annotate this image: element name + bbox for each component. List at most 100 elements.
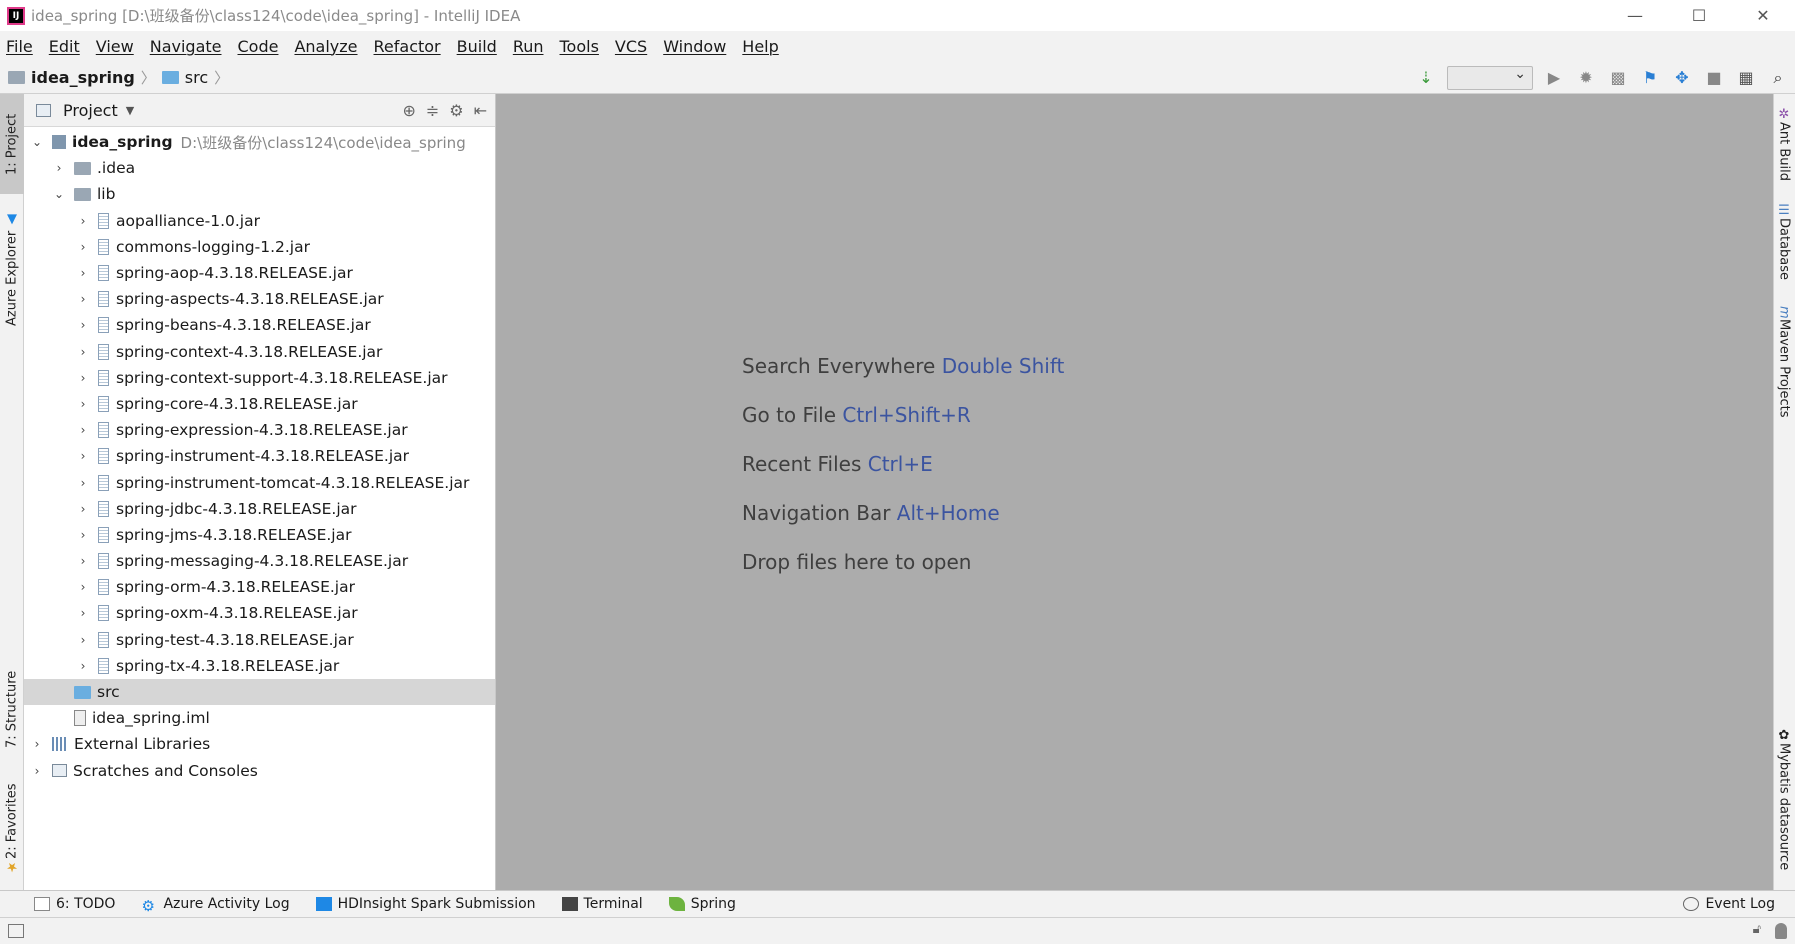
run-configuration-select[interactable] xyxy=(1447,65,1533,90)
tree-item-external-libraries[interactable]: › External Libraries xyxy=(24,731,495,757)
collapsed-arrow-icon[interactable]: › xyxy=(76,528,90,542)
tree-item-jar[interactable]: › spring-context-support-4.3.18.RELEASE.j… xyxy=(24,365,495,391)
menu-run[interactable]: Run xyxy=(513,37,544,56)
tab-terminal[interactable]: Terminal xyxy=(561,896,643,912)
collapse-all-icon[interactable]: ≑ xyxy=(426,101,439,120)
collapsed-arrow-icon[interactable]: › xyxy=(76,554,90,568)
gear-icon[interactable]: ⚙ xyxy=(449,101,463,120)
collapsed-arrow-icon[interactable]: › xyxy=(76,318,90,332)
expanded-arrow-icon[interactable]: ⌄ xyxy=(52,187,66,201)
tab-azure-explorer[interactable]: Azure Explorer ▲ xyxy=(0,204,24,334)
tree-item-jar[interactable]: › spring-test-4.3.18.RELEASE.jar xyxy=(24,627,495,653)
collapsed-arrow-icon[interactable]: › xyxy=(76,214,90,228)
tab-azure-activity-log[interactable]: ⚙ Azure Activity Log xyxy=(141,896,289,915)
toggle-tool-windows-icon[interactable] xyxy=(8,924,24,938)
tree-item-src[interactable]: src xyxy=(24,678,495,706)
collapsed-arrow-icon[interactable]: › xyxy=(76,580,90,594)
collapsed-arrow-icon[interactable]: › xyxy=(52,161,66,175)
tree-item-jar[interactable]: › commons-logging-1.2.jar xyxy=(24,234,495,260)
attach-debugger-icon[interactable]: ✥ xyxy=(1671,67,1693,89)
stop-icon[interactable]: ■ xyxy=(1703,67,1725,89)
tree-item-scratches[interactable]: › Scratches and Consoles xyxy=(24,758,495,784)
menu-navigate[interactable]: Navigate xyxy=(150,37,222,56)
collapsed-arrow-icon[interactable]: › xyxy=(76,423,90,437)
collapsed-arrow-icon[interactable]: › xyxy=(30,764,44,778)
menu-tools[interactable]: Tools xyxy=(560,37,599,56)
tab-ant-build[interactable]: ✲ Ant Build xyxy=(1773,104,1795,184)
collapsed-arrow-icon[interactable]: › xyxy=(76,292,90,306)
collapsed-arrow-icon[interactable]: › xyxy=(76,476,90,490)
menu-vcs[interactable]: VCS xyxy=(615,37,647,56)
collapsed-arrow-icon[interactable]: › xyxy=(76,397,90,411)
hide-panel-icon[interactable]: ⇤ xyxy=(474,101,487,120)
tree-item-jar[interactable]: › spring-jdbc-4.3.18.RELEASE.jar xyxy=(24,496,495,522)
debug-icon[interactable]: ✹ xyxy=(1575,67,1597,89)
tree-item-jar[interactable]: › spring-aop-4.3.18.RELEASE.jar xyxy=(24,260,495,286)
tab-maven-projects[interactable]: m Maven Projects xyxy=(1773,299,1795,424)
tab-hdinsight[interactable]: HDInsight Spark Submission xyxy=(315,896,536,912)
editor-area[interactable]: Search Everywhere Double Shift Go to Fil… xyxy=(496,94,1773,890)
tab-spring[interactable]: Spring xyxy=(668,896,736,912)
menu-view[interactable]: View xyxy=(96,37,134,56)
collapsed-arrow-icon[interactable]: › xyxy=(76,345,90,359)
notifications-icon[interactable] xyxy=(1775,923,1787,939)
tree-item-jar[interactable]: › spring-beans-4.3.18.RELEASE.jar xyxy=(24,312,495,338)
breadcrumb-project[interactable]: idea_spring xyxy=(8,68,135,87)
tree-item-jar[interactable]: › spring-oxm-4.3.18.RELEASE.jar xyxy=(24,600,495,626)
tree-item-jar[interactable]: › spring-instrument-tomcat-4.3.18.RELEASE… xyxy=(24,469,495,495)
tab-structure[interactable]: 7: Structure xyxy=(0,654,24,764)
tree-item-jar[interactable]: › spring-instrument-4.3.18.RELEASE.jar xyxy=(24,443,495,469)
locate-icon[interactable]: ⊕ xyxy=(402,101,415,120)
tree-item-jar[interactable]: › spring-expression-4.3.18.RELEASE.jar xyxy=(24,417,495,443)
tab-database[interactable]: ☰ Database xyxy=(1773,194,1795,289)
tree-root[interactable]: ⌄ idea_spring D:\班级备份\class124\code\idea… xyxy=(24,129,495,155)
tab-mybatis-datasource[interactable]: ✿ Mybatis datasource xyxy=(1773,714,1795,884)
tree-item-jar[interactable]: › spring-messaging-4.3.18.RELEASE.jar xyxy=(24,548,495,574)
menu-file[interactable]: File xyxy=(6,37,33,56)
menu-build[interactable]: Build xyxy=(457,37,497,56)
close-button[interactable]: ✕ xyxy=(1731,0,1795,31)
search-icon[interactable]: ⌕ xyxy=(1767,67,1789,89)
collapsed-arrow-icon[interactable]: › xyxy=(76,266,90,280)
tree-item-jar[interactable]: › aopalliance-1.0.jar xyxy=(24,208,495,234)
project-structure-icon[interactable]: ▦ xyxy=(1735,67,1757,89)
breadcrumb-src[interactable]: src xyxy=(161,68,208,87)
tree-item-jar[interactable]: › spring-core-4.3.18.RELEASE.jar xyxy=(24,391,495,417)
collapsed-arrow-icon[interactable]: › xyxy=(76,449,90,463)
chevron-down-icon[interactable]: ▼ xyxy=(126,104,134,117)
tab-project[interactable]: 1: Project xyxy=(0,94,24,194)
tree-item-jar[interactable]: › spring-jms-4.3.18.RELEASE.jar xyxy=(24,522,495,548)
menu-edit[interactable]: Edit xyxy=(49,37,80,56)
tree-item-jar[interactable]: › spring-aspects-4.3.18.RELEASE.jar xyxy=(24,286,495,312)
maximize-button[interactable]: ☐ xyxy=(1667,0,1731,31)
expanded-arrow-icon[interactable]: ⌄ xyxy=(30,135,44,149)
menu-window[interactable]: Window xyxy=(663,37,726,56)
menu-refactor[interactable]: Refactor xyxy=(374,37,441,56)
tree-item-lib[interactable]: ⌄ lib xyxy=(24,181,495,207)
lock-icon[interactable]: 🔓︎ xyxy=(1753,922,1761,937)
tab-event-log[interactable]: Event Log xyxy=(1683,896,1775,912)
collapsed-arrow-icon[interactable]: › xyxy=(76,606,90,620)
menu-help[interactable]: Help xyxy=(742,37,778,56)
collapsed-arrow-icon[interactable]: › xyxy=(76,659,90,673)
collapsed-arrow-icon[interactable]: › xyxy=(76,633,90,647)
tab-todo[interactable]: 6: TODO xyxy=(34,896,115,912)
tree-item-iml[interactable]: idea_spring.iml xyxy=(24,705,495,731)
sort-icon[interactable]: ⇣ xyxy=(1415,67,1437,89)
minimize-button[interactable]: — xyxy=(1603,0,1667,31)
profile-icon[interactable]: ⚑ xyxy=(1639,67,1661,89)
collapsed-arrow-icon[interactable]: › xyxy=(76,240,90,254)
tree-item-jar[interactable]: › spring-context-4.3.18.RELEASE.jar xyxy=(24,339,495,365)
tree-item-idea[interactable]: › .idea xyxy=(24,155,495,181)
menu-analyze[interactable]: Analyze xyxy=(294,37,357,56)
tree-item-jar[interactable]: › spring-tx-4.3.18.RELEASE.jar xyxy=(24,653,495,679)
coverage-icon[interactable]: ▩ xyxy=(1607,67,1629,89)
tab-favorites[interactable]: ★ 2: Favorites xyxy=(0,774,24,884)
collapsed-arrow-icon[interactable]: › xyxy=(76,502,90,516)
project-panel-title[interactable]: Project xyxy=(63,101,118,120)
collapsed-arrow-icon[interactable]: › xyxy=(30,737,44,751)
collapsed-arrow-icon[interactable]: › xyxy=(76,371,90,385)
tree-item-jar[interactable]: › spring-orm-4.3.18.RELEASE.jar xyxy=(24,574,495,600)
menu-code[interactable]: Code xyxy=(238,37,279,56)
run-icon[interactable]: ▶ xyxy=(1543,67,1565,89)
